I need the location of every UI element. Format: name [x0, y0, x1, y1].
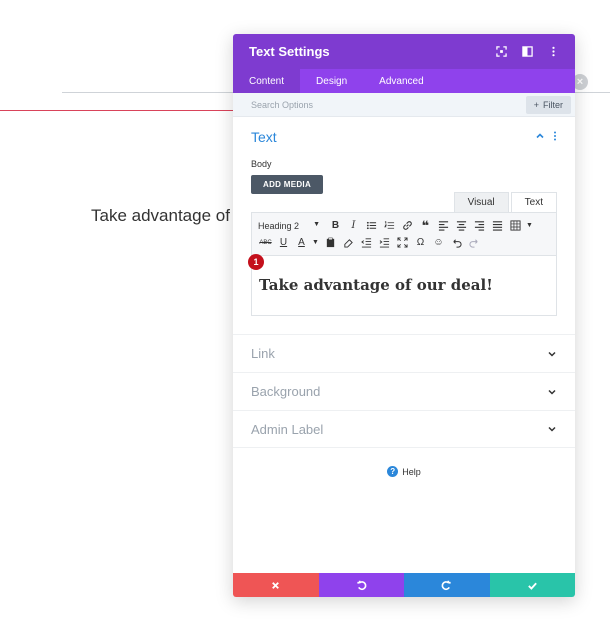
settings-tabs: Content Design Advanced: [233, 69, 575, 93]
table-icon[interactable]: [508, 218, 523, 233]
plus-icon: +: [533, 99, 539, 110]
text-color-caret-icon[interactable]: ▼: [312, 239, 319, 246]
text-settings-modal: Text Settings Content Design Advanced + …: [233, 34, 575, 597]
caret-down-icon: ▼: [313, 220, 320, 228]
bullet-list-icon[interactable]: [364, 218, 379, 233]
italic-icon[interactable]: I: [346, 218, 361, 233]
editor-content-area[interactable]: 1 Take advantage of our deal!: [248, 254, 557, 316]
editor-tab-text[interactable]: Text: [510, 192, 557, 212]
align-left-icon[interactable]: [436, 218, 451, 233]
text-section: Text Body ADD MEDIA Visual Text Heading: [233, 117, 575, 316]
format-select-value: Heading 2: [258, 220, 300, 231]
checkmark-icon: [527, 582, 537, 590]
cancel-button[interactable]: [233, 573, 319, 597]
tab-content[interactable]: Content: [233, 69, 301, 93]
page-text-module[interactable]: Take advantage of our deal!: [91, 206, 233, 226]
text-color-icon[interactable]: A: [294, 235, 309, 250]
filter-button[interactable]: + Filter: [525, 95, 571, 114]
link-icon[interactable]: [400, 218, 415, 233]
text-section-header[interactable]: Text: [251, 127, 557, 147]
numbered-list-icon[interactable]: [382, 218, 397, 233]
save-button[interactable]: [489, 573, 575, 597]
align-justify-icon[interactable]: [490, 218, 505, 233]
link-section-label: Link: [251, 346, 275, 361]
format-select[interactable]: Heading 2 ▼: [258, 221, 328, 231]
redo-icon: [441, 580, 451, 590]
chevron-up-icon[interactable]: [535, 131, 545, 144]
indent-icon[interactable]: [377, 235, 392, 250]
chevron-down-icon: [548, 351, 556, 357]
bold-icon[interactable]: B: [328, 218, 343, 233]
tab-design[interactable]: Design: [300, 69, 363, 93]
paste-icon[interactable]: [323, 235, 338, 250]
more-options-icon[interactable]: [547, 46, 559, 58]
step-badge: 1: [248, 254, 264, 270]
fullscreen-editor-icon[interactable]: [395, 235, 410, 250]
page-accent-line: [0, 110, 236, 111]
section-more-icon[interactable]: [553, 131, 557, 144]
search-bar: + Filter: [233, 93, 575, 117]
chevron-down-icon: [548, 389, 556, 395]
rich-text-editor: Visual Text Heading 2 ▼ B I ❝ ▼ ABC U A …: [248, 192, 557, 316]
outdent-icon[interactable]: [359, 235, 374, 250]
modal-footer: [233, 573, 575, 597]
help-link[interactable]: ? Help: [233, 466, 575, 477]
undo-icon: [357, 580, 367, 590]
table-caret-icon[interactable]: ▼: [526, 222, 533, 229]
split-view-icon[interactable]: [521, 46, 533, 58]
admin-label-section-label: Admin Label: [251, 421, 324, 437]
modal-title: Text Settings: [249, 44, 330, 59]
text-section-title: Text: [251, 129, 277, 145]
underline-icon[interactable]: U: [276, 235, 291, 250]
fullscreen-icon[interactable]: [495, 46, 507, 58]
special-character-icon[interactable]: Ω: [413, 235, 428, 250]
redo-button[interactable]: [404, 573, 490, 597]
body-label: Body: [251, 159, 272, 169]
filter-label: Filter: [543, 99, 563, 110]
undo-button[interactable]: [318, 573, 404, 597]
emoji-icon[interactable]: ☺: [431, 235, 446, 250]
tab-advanced[interactable]: Advanced: [363, 69, 439, 93]
collapsed-sections: Link Background Admin Label: [233, 334, 575, 448]
help-label: Help: [402, 466, 421, 477]
close-icon: [272, 581, 280, 589]
undo-icon[interactable]: [449, 235, 464, 250]
editor-tab-visual[interactable]: Visual: [453, 192, 509, 212]
chevron-down-icon: [548, 426, 556, 432]
editor-toolbar: Heading 2 ▼ B I ❝ ▼ ABC U A ▼ Ω ☺: [251, 212, 557, 256]
link-section-toggle[interactable]: Link: [233, 334, 575, 372]
modal-header[interactable]: Text Settings: [233, 34, 575, 69]
help-icon: ?: [387, 466, 399, 477]
background-section-toggle[interactable]: Background: [233, 372, 575, 410]
align-right-icon[interactable]: [472, 218, 487, 233]
admin-label-section-toggle[interactable]: Admin Label: [233, 410, 575, 448]
redo-icon[interactable]: [467, 235, 482, 250]
clear-format-icon[interactable]: [341, 235, 356, 250]
search-options-input[interactable]: [251, 99, 526, 110]
editor-heading-text[interactable]: Take advantage of our deal!: [259, 276, 549, 294]
blockquote-icon[interactable]: ❝: [418, 218, 433, 233]
align-center-icon[interactable]: [454, 218, 469, 233]
strikethrough-icon[interactable]: ABC: [258, 235, 273, 250]
background-section-label: Background: [251, 384, 321, 399]
